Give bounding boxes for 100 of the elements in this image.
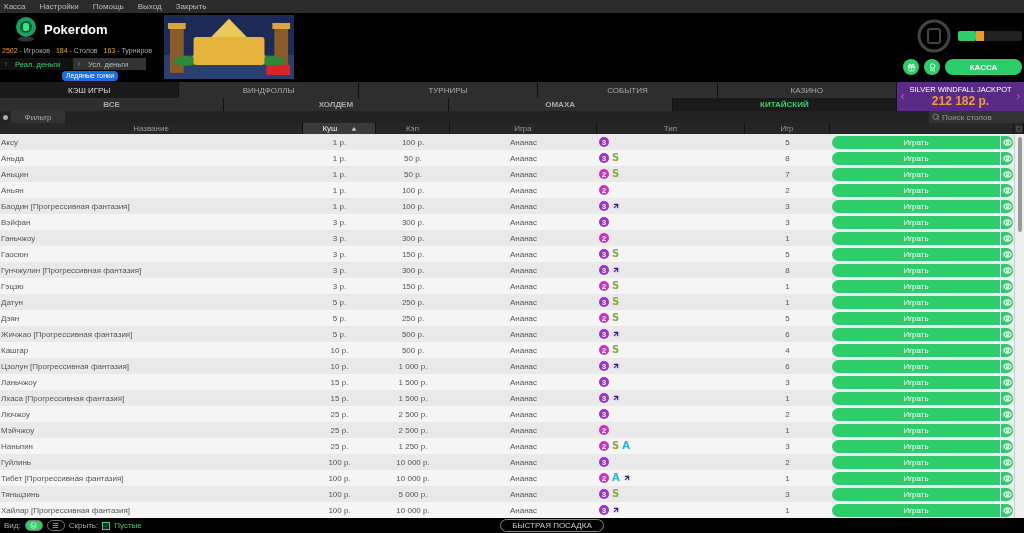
table-cell: 6 [785,361,790,371]
table-cell: Ананас [509,137,538,147]
seats-badge: 2 [599,345,609,355]
play-button[interactable]: Играть [832,215,1000,229]
watch-button[interactable] [1000,199,1013,213]
table-cell: 1 [785,505,790,515]
play-button[interactable]: Играть [832,503,1000,517]
menu-item[interactable]: Настройки [39,2,79,11]
watch-button[interactable] [1000,375,1013,389]
table-cell: Ананас [509,281,538,291]
play-button[interactable]: Играть [832,391,1000,405]
variant-tab[interactable]: КИТАЙСКИЙ [672,98,897,111]
game-tab[interactable]: ВИНДФОЛЛЫ [179,82,359,98]
game-tab[interactable]: СОБЫТИЯ [538,82,718,98]
watch-button[interactable] [1000,503,1013,517]
watch-button[interactable] [1000,215,1013,229]
table-cell: Ананас [509,201,538,211]
play-button[interactable]: Играть [832,455,1000,469]
watch-button[interactable] [1000,439,1013,453]
play-button[interactable]: Играть [832,151,1000,165]
play-button[interactable]: Играть [832,487,1000,501]
eye-icon [1002,425,1012,435]
watch-button[interactable] [1000,391,1013,405]
play-button[interactable]: Играть [832,327,1000,341]
column-header[interactable]: Название [133,124,169,133]
watch-button[interactable] [1000,263,1013,277]
watch-button[interactable] [1000,135,1013,149]
watch-button[interactable] [1000,183,1013,197]
variant-tab[interactable]: ХОЛДЕМ [224,98,449,111]
play-button[interactable]: Играть [832,295,1000,309]
watch-button[interactable] [1000,327,1013,341]
play-button[interactable]: Играть [832,311,1000,325]
column-header[interactable]: Куш [322,124,338,133]
column-header[interactable]: Игр [780,124,794,133]
column-header[interactable]: Кэп [405,124,420,133]
play-button[interactable]: Играть [832,343,1000,357]
watch-button[interactable] [1000,247,1013,261]
table-cell: Лючжоу [0,409,30,419]
play-button[interactable]: Играть [832,407,1000,421]
menu-item[interactable]: Касса [4,2,26,11]
award-button[interactable] [924,59,940,75]
eye-icon [1002,265,1012,275]
resize-icon[interactable] [1015,125,1022,132]
watch-button[interactable] [1000,423,1013,437]
menu-item[interactable]: Закрыть [175,2,207,11]
watch-button[interactable] [1000,167,1013,181]
type-tag: S [612,281,620,291]
play-button[interactable]: Играть [832,231,1000,245]
column-header[interactable]: Игра [514,124,532,133]
watch-button[interactable] [1000,279,1013,293]
table-cell: Хайлар [Прогрессивная фантазия] [0,505,130,515]
table-cell: Ананас [509,217,538,227]
column-header[interactable]: Тип [663,124,678,133]
play-button[interactable]: Играть [832,135,1000,149]
watch-button[interactable] [1000,295,1013,309]
cashier-button[interactable]: КАССА [945,59,1022,75]
watch-button[interactable] [1000,359,1013,373]
menu-item[interactable]: Выход [137,2,162,11]
play-button[interactable]: Играть [832,359,1000,373]
seats-badge: 3 [599,217,609,227]
type-tag: A [612,473,620,483]
seats-badge: 2 [599,425,609,435]
play-button[interactable]: Играть [832,375,1000,389]
game-tab[interactable]: КАЗИНО [717,82,898,98]
jackpot-amount: 212 182 р. [931,94,990,108]
game-tab[interactable]: ТУРНИРЫ [358,82,539,98]
play-button[interactable]: Играть [832,471,1000,485]
checkbox[interactable] [102,521,111,530]
gift-button[interactable] [903,59,919,75]
watch-button[interactable] [1000,455,1013,469]
filter-button[interactable]: Фильтр [11,111,65,123]
play-button[interactable]: Играть [832,279,1000,293]
table-cell: Аксу [0,137,18,147]
game-tab[interactable]: КЭШ ИГРЫ [0,82,180,98]
play-button[interactable]: Играть [832,167,1000,181]
play-button[interactable]: Играть [832,199,1000,213]
watch-button[interactable] [1000,407,1013,421]
table-cell: 1 500 р. [398,393,428,403]
variant-tab[interactable]: ВСЕ [0,98,225,111]
watch-button[interactable] [1000,231,1013,245]
menu-item[interactable]: Помощь [92,2,124,11]
layers-icon [30,522,38,529]
watch-button[interactable] [1000,151,1013,165]
table-cell: Наньпин [0,441,34,451]
play-button[interactable]: Играть [832,183,1000,197]
play-button[interactable]: Играть [832,263,1000,277]
play-button[interactable]: Играть [832,423,1000,437]
watch-button[interactable] [1000,343,1013,357]
watch-button[interactable] [1000,311,1013,325]
table-cell: 300 р. [401,265,425,275]
watch-button[interactable] [1000,471,1013,485]
next-icon[interactable] [1015,93,1022,100]
play-button[interactable]: Играть [832,247,1000,261]
previous-icon[interactable] [899,93,906,100]
variant-tab[interactable]: ОМАХА [448,98,673,111]
watch-button[interactable] [1000,487,1013,501]
play-button[interactable]: Играть [832,439,1000,453]
view-toggle[interactable] [24,520,43,531]
table-cell: 50 р. [404,169,422,179]
scrollbar[interactable] [1014,134,1024,518]
